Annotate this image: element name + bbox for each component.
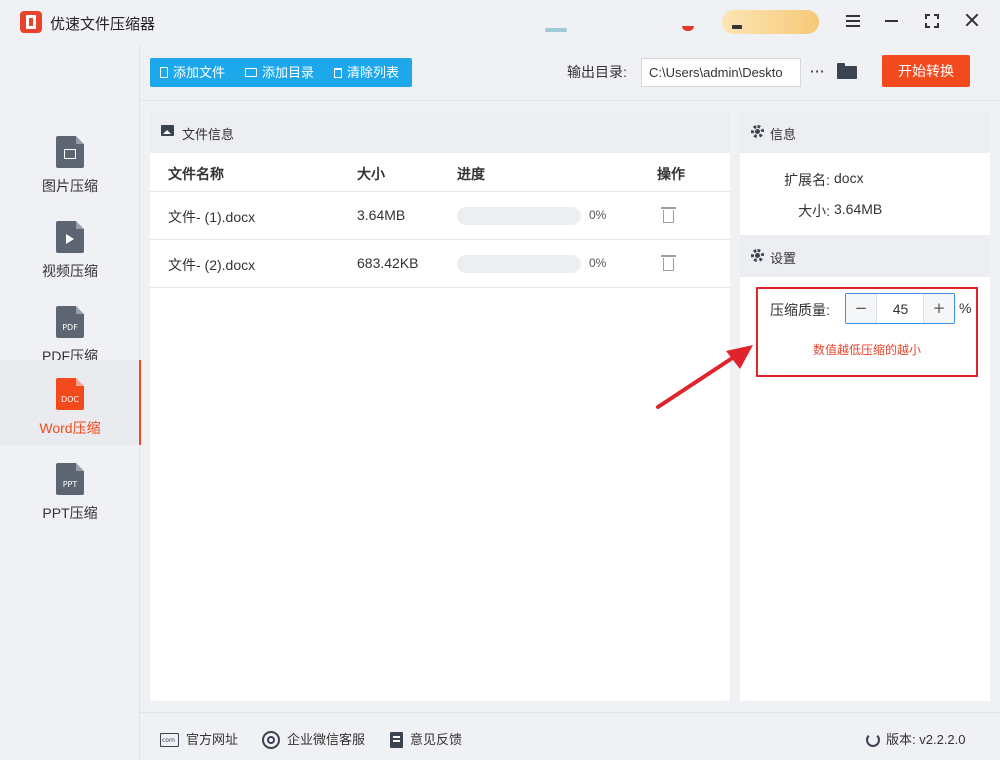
progress-bar [457,207,581,225]
folder-icon [245,68,257,78]
table-header: 文件名称 大小 进度 操作 [150,153,730,192]
trash-icon [334,67,342,78]
sidebar-item-ppt[interactable]: PPT PPT压缩 [0,445,140,530]
progress-percent: 0% [589,256,607,270]
app-title: 优速文件压缩器 [50,16,156,33]
file-panel-header: 文件信息 [150,111,730,153]
maximize-icon[interactable] [925,14,939,28]
quality-label: 压缩质量: [770,302,830,318]
file-icon [160,67,168,79]
properties-panel: 信息 扩展名: docx 大小: 3.64MB 设置 压缩质量: − + % 数… [740,111,990,701]
decrease-button[interactable]: − [846,294,877,323]
quality-unit: % [959,300,972,316]
ppt-file-icon: PPT [56,463,84,495]
annotation-arrow [656,345,753,409]
feedback-link[interactable]: 意见反馈 [390,729,462,749]
ext-label: 扩展名: [784,172,830,188]
website-icon [160,732,179,747]
sidebar-item-image[interactable]: 图片压缩 [0,118,140,203]
column-header-name: 文件名称 [168,166,224,182]
video-file-icon [56,221,84,253]
settings-header: 设置 [740,235,990,277]
column-header-progress: 进度 [457,166,485,182]
progress-percent: 0% [589,208,607,222]
doc-file-icon: DOC [56,378,84,410]
quality-stepper[interactable]: − + [845,293,955,324]
settings-title: 设置 [770,251,797,266]
file-actions-group: 添加文件 添加目录 清除列表 [150,58,412,87]
promo-banner-graphic [682,26,694,31]
quality-setting-box: 压缩质量: − + % 数值越低压缩的越小 [756,287,978,377]
output-dir-input[interactable] [641,58,801,87]
toolbar: 添加文件 添加目录 清除列表 输出目录: ··· 开始转换 [140,44,1000,101]
size-info: 大小: 3.64MB [770,201,980,221]
promo-banner-graphic [545,28,567,32]
app-logo-icon [20,11,42,33]
open-folder-icon[interactable] [837,63,857,79]
image-icon [161,125,174,136]
promo-banner-button[interactable] [722,10,819,34]
quality-hint: 数值越低压缩的越小 [812,343,921,357]
sidebar-item-video[interactable]: 视频压缩 [0,203,140,288]
sidebar-item-label: PPT压缩 [42,505,98,521]
image-file-icon [56,136,84,168]
gear-icon [751,249,764,262]
sidebar-item-label: 图片压缩 [42,178,98,194]
table-row[interactable]: 文件- (2).docx 683.42KB 0% [150,240,730,288]
file-list-panel: 文件信息 文件名称 大小 进度 操作 文件- (1).docx 3.64MB 0… [150,111,730,701]
sidebar-item-label: 视频压缩 [42,263,98,279]
minimize-icon[interactable] [885,20,898,22]
start-convert-button[interactable]: 开始转换 [882,55,970,87]
sidebar-item-word[interactable]: DOC Word压缩 [0,360,141,445]
file-size: 3.64MB [357,207,406,223]
file-name: 文件- (1).docx [168,209,256,225]
pdf-file-icon: PDF [56,306,84,338]
output-dir-label: 输出目录: [567,64,627,80]
sidebar-item-label: Word压缩 [39,420,101,436]
file-size: 683.42KB [357,255,419,271]
quality-input[interactable] [878,294,923,323]
ext-value: docx [834,170,864,186]
gear-icon [751,125,764,138]
table-row[interactable]: 文件- (1).docx 3.64MB 0% [150,192,730,240]
info-header: 信息 [740,111,990,153]
column-header-size: 大小 [357,166,385,182]
website-link[interactable]: 官方网址 [160,729,238,748]
version-info[interactable]: 版本: v2.2.2.0 [866,729,966,748]
refresh-icon [866,732,880,747]
close-icon[interactable] [964,12,980,28]
increase-button[interactable]: + [923,294,954,323]
delete-icon[interactable] [661,255,676,272]
sidebar: 图片压缩 视频压缩 PDF PDF压缩 DOC Word压缩 PPT PPT压缩 [0,44,141,760]
ext-info: 扩展名: docx [770,170,980,190]
file-name: 文件- (2).docx [168,257,256,273]
size-value: 3.64MB [834,201,883,217]
clear-list-button[interactable]: 清除列表 [334,58,399,87]
promo-icon [732,25,742,29]
wechat-support-link[interactable]: 企业微信客服 [262,729,365,750]
delete-icon[interactable] [661,207,676,224]
add-file-button[interactable]: 添加文件 [160,58,225,87]
info-title: 信息 [770,127,797,142]
file-panel-title: 文件信息 [182,127,235,142]
footer: 官方网址 企业微信客服 意见反馈 版本: v2.2.2.0 [140,712,1000,760]
wechat-icon [262,730,280,749]
size-label: 大小: [798,203,830,219]
feedback-icon [390,731,403,748]
progress-bar [457,255,581,273]
menu-icon[interactable] [846,15,860,27]
more-options-button[interactable]: ··· [807,57,827,86]
add-folder-button[interactable]: 添加目录 [245,58,314,87]
column-header-action: 操作 [657,166,685,182]
title-bar: 优速文件压缩器 [0,0,1000,44]
